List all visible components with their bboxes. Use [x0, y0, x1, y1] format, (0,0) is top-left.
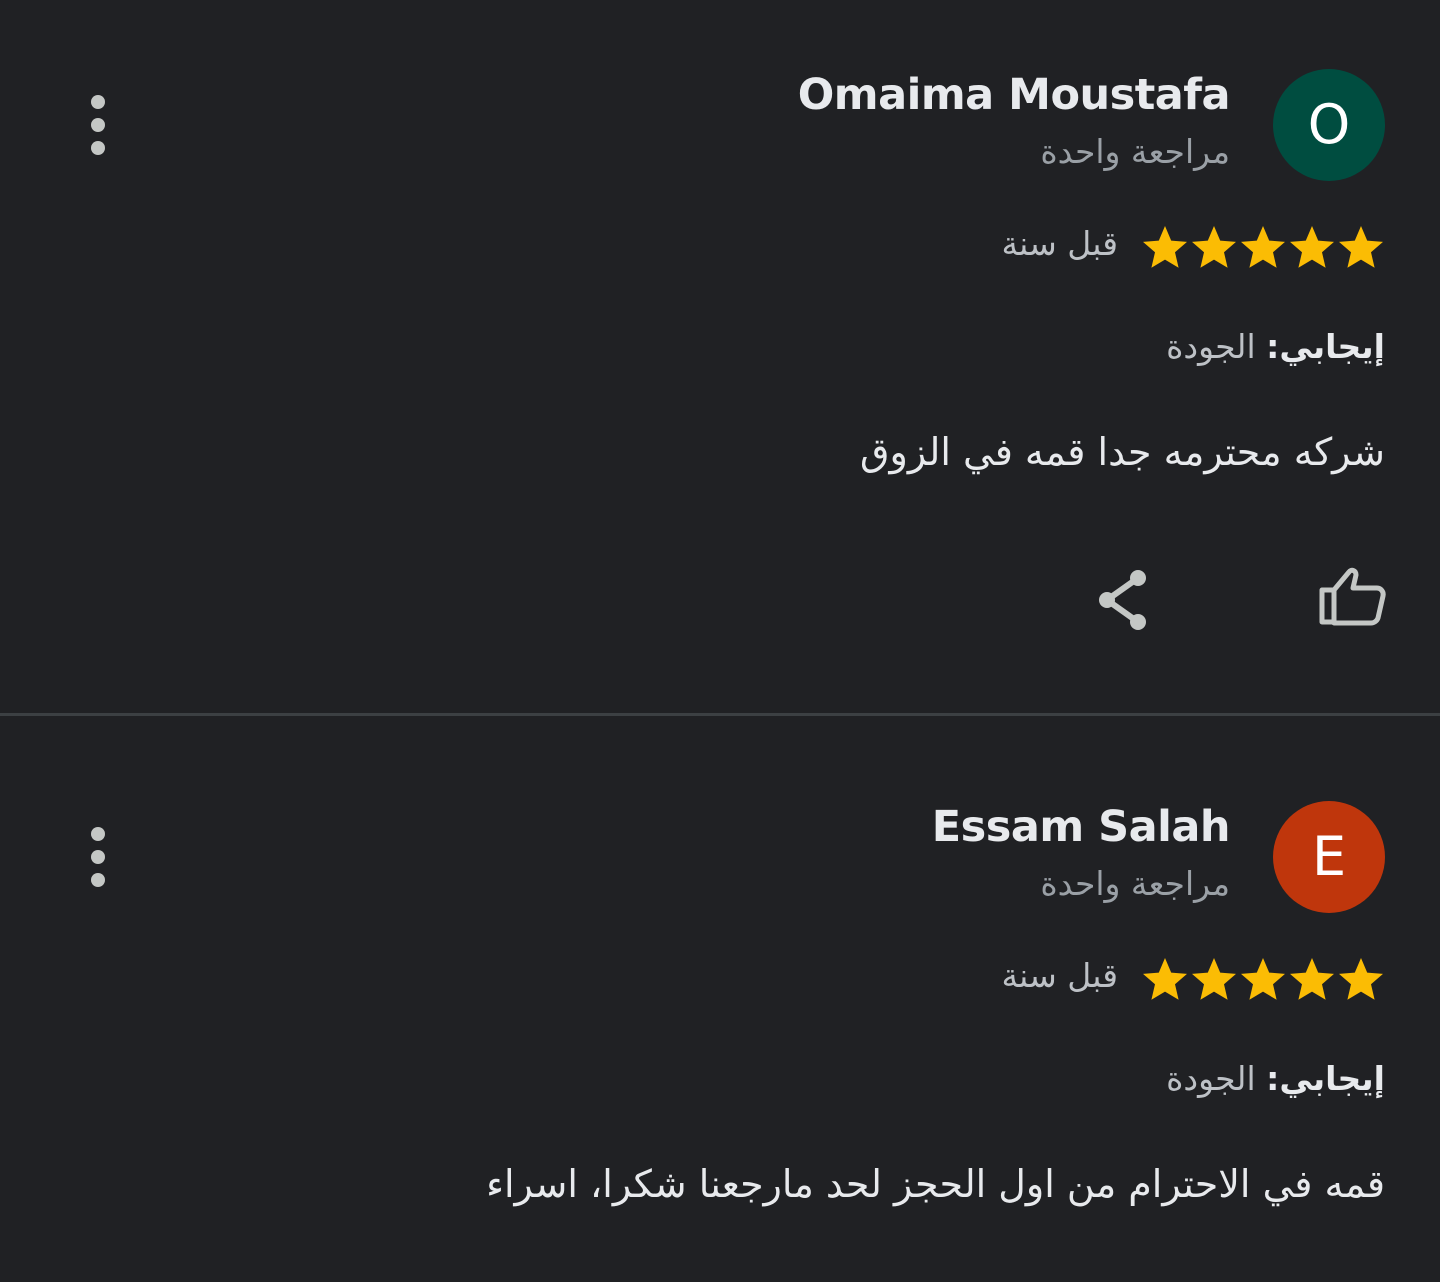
avatar[interactable]: E — [1273, 801, 1385, 913]
avatar-letter: O — [1307, 93, 1351, 156]
star-icon — [1192, 958, 1236, 1000]
author-review-count: مراجعة واحدة — [1040, 864, 1230, 903]
more-vert-icon-dot — [91, 141, 105, 155]
more-options-button[interactable] — [74, 90, 122, 160]
review-time: قبل سنة — [1001, 224, 1118, 263]
review-text: قمه في الاحترام من اول الحجز لحد مارجعنا… — [486, 1162, 1385, 1206]
more-vert-icon-dot — [91, 850, 105, 864]
reviews-page: Omaima Moustafa مراجعة واحدة O قبل سنة إ… — [0, 0, 1440, 1282]
more-vert-icon-dot — [91, 873, 105, 887]
attribute-value: الجودة — [1166, 327, 1256, 366]
star-icon — [1290, 958, 1334, 1000]
attribute-label: إيجابي: — [1266, 1059, 1385, 1098]
author-name[interactable]: Omaima Moustafa — [798, 70, 1231, 120]
like-button[interactable] — [1316, 562, 1388, 634]
more-vert-icon-dot — [91, 118, 105, 132]
attribute-value: الجودة — [1166, 1059, 1256, 1098]
more-options-button[interactable] — [74, 822, 122, 892]
avatar[interactable]: O — [1273, 69, 1385, 181]
review-card: Essam Salah مراجعة واحدة E قبل سنة إيجاب… — [0, 716, 1440, 1282]
star-icon — [1143, 226, 1187, 268]
share-button[interactable] — [1090, 565, 1160, 635]
review-attribute: إيجابي: الجودة — [1166, 1059, 1385, 1098]
review-card: Omaima Moustafa مراجعة واحدة O قبل سنة إ… — [0, 0, 1440, 714]
star-rating — [1141, 955, 1385, 1003]
star-rating — [1141, 223, 1385, 271]
author-name[interactable]: Essam Salah — [932, 802, 1231, 852]
more-vert-icon — [91, 827, 105, 841]
avatar-letter: E — [1311, 825, 1347, 888]
star-icon — [1339, 226, 1383, 268]
author-review-count: مراجعة واحدة — [1040, 132, 1230, 171]
star-icon — [1192, 226, 1236, 268]
review-time: قبل سنة — [1001, 956, 1118, 995]
star-icon — [1143, 958, 1187, 1000]
star-icon — [1241, 226, 1285, 268]
review-text: شركه محترمه جدا قمه في الزوق — [860, 430, 1385, 474]
star-icon — [1290, 226, 1334, 268]
share-icon — [1099, 570, 1146, 630]
thumb-up-icon — [1319, 567, 1386, 626]
review-attribute: إيجابي: الجودة — [1166, 327, 1385, 366]
attribute-label: إيجابي: — [1266, 327, 1385, 366]
star-icon — [1241, 958, 1285, 1000]
star-icon — [1339, 958, 1383, 1000]
more-vert-icon — [91, 95, 105, 109]
